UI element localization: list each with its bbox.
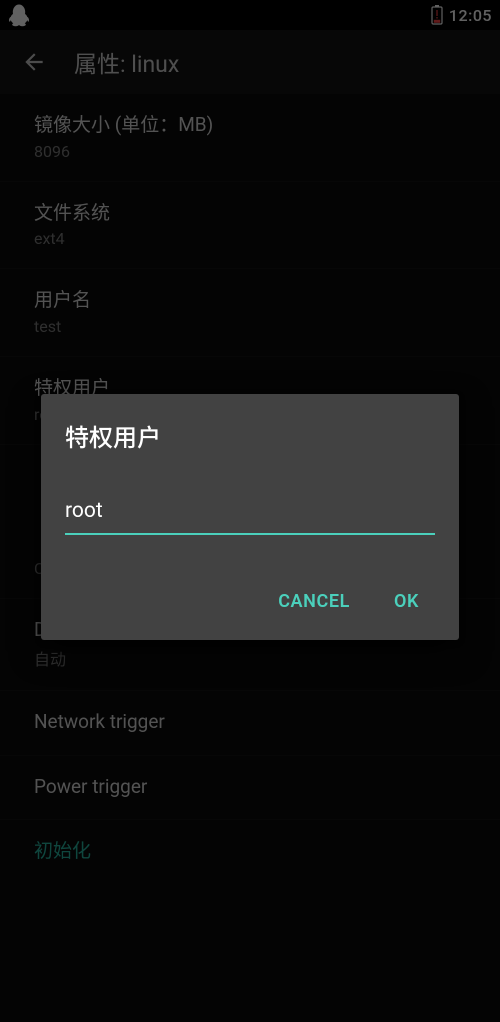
dialog-actions: CANCEL OK [65,583,435,628]
priv-user-input[interactable] [65,493,435,535]
dialog-input-wrap [65,493,435,535]
dialog-title: 特权用户 [65,418,435,453]
ok-button[interactable]: OK [388,583,425,620]
priv-user-dialog: 特权用户 CANCEL OK [41,394,459,640]
cancel-button[interactable]: CANCEL [272,583,356,620]
